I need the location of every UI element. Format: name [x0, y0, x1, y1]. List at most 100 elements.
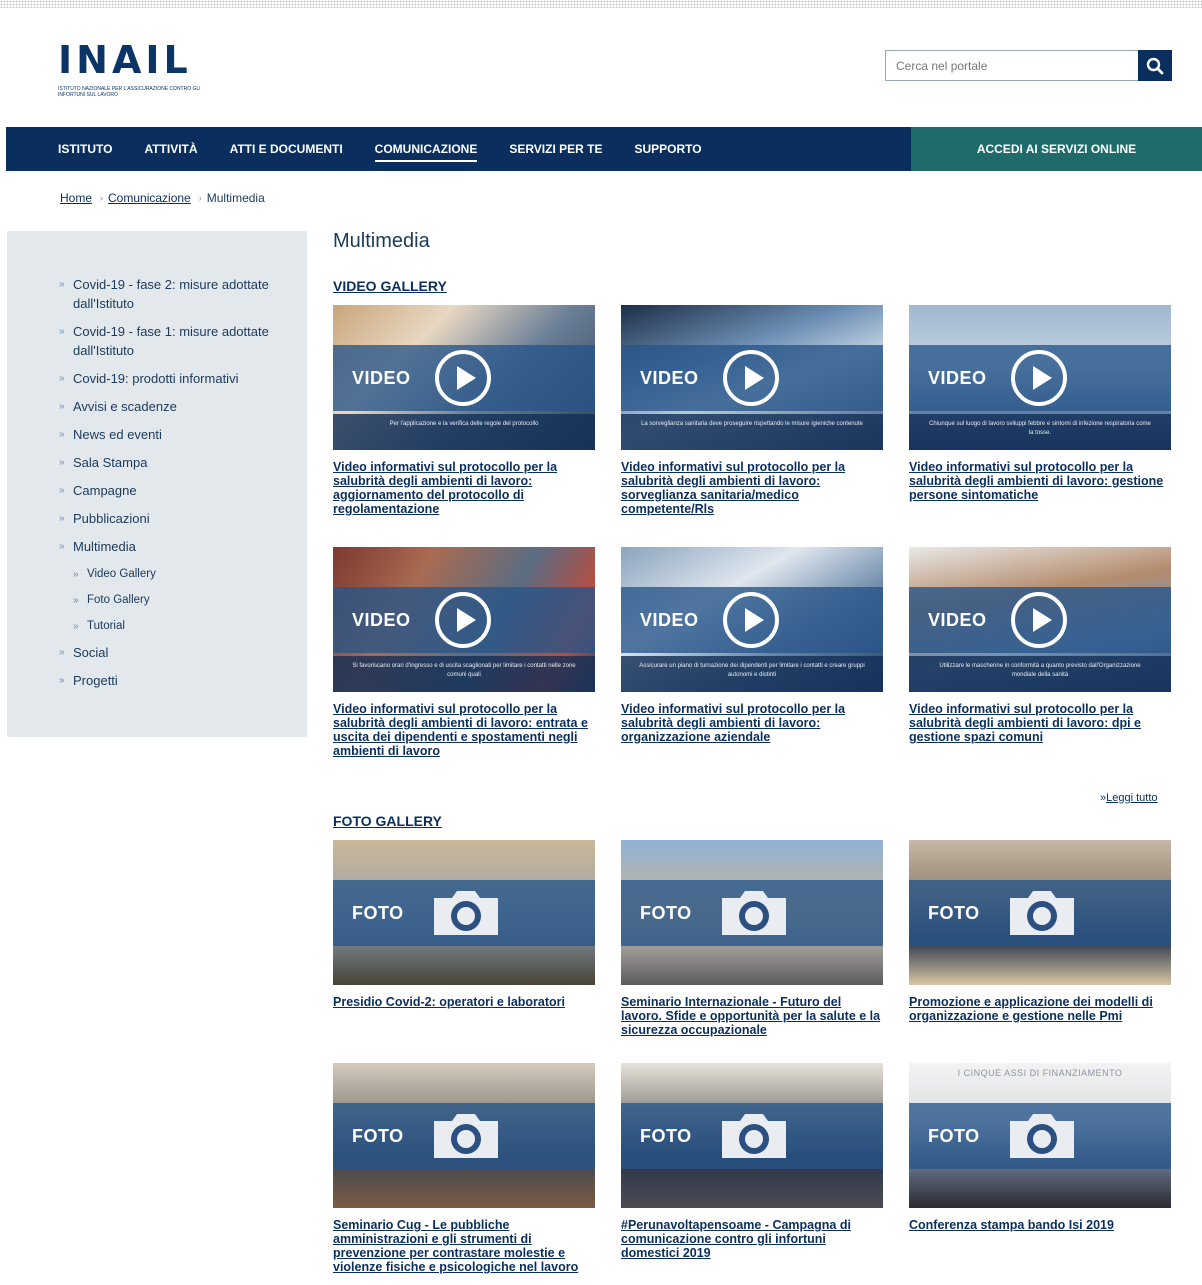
chevron-right-icon: » — [59, 675, 65, 686]
chevron-right-icon: » — [73, 595, 79, 606]
video-card-title[interactable]: Video informativi sul protocollo per la … — [333, 702, 595, 758]
main-nav-items: ISTITUTO ATTIVITÀ ATTI E DOCUMENTI COMUN… — [6, 127, 911, 171]
nav-istituto[interactable]: ISTITUTO — [58, 127, 112, 171]
play-icon — [723, 350, 779, 406]
photo-label: FOTO — [928, 903, 980, 923]
read-all-link[interactable]: »Leggi tutto — [1100, 792, 1158, 804]
photo-label: FOTO — [640, 903, 692, 923]
video-caption: Si favoriscano orari d'ingresso e di usc… — [333, 656, 595, 692]
chevron-right-icon: » — [59, 457, 65, 468]
sidebar-item-covid-fase-1[interactable]: » Covid-19 - fase 1: misure adottate dall… — [59, 322, 299, 360]
chevron-right-icon: › — [100, 193, 104, 203]
logo-subtitle: Istituto Nazionale per l'Assicurazione c… — [58, 86, 201, 98]
photo-card[interactable]: FOTO Seminario Cug - Le pubbliche ammini… — [333, 1063, 595, 1274]
sidebar-item-foto-gallery[interactable]: » Foto Gallery — [59, 591, 299, 610]
video-card-title[interactable]: Video informativi sul protocollo per la … — [909, 702, 1171, 744]
sidebar-item-label: Campagne — [73, 483, 137, 498]
video-card-title[interactable]: Video informativi sul protocollo per la … — [333, 460, 595, 516]
sidebar-item-label: Progetti — [73, 673, 118, 688]
play-icon — [723, 592, 779, 648]
sidebar-item-label: Sala Stampa — [73, 455, 148, 470]
chevron-right-icon: » — [59, 326, 65, 337]
video-card[interactable]: VIDEO Assicurare un piano di turnazione … — [621, 547, 883, 744]
nav-attivita[interactable]: ATTIVITÀ — [144, 127, 197, 171]
sidebar-item-avvisi[interactable]: » Avvisi e scadenze — [59, 397, 299, 416]
photo-thumbnail: FOTO — [621, 1063, 883, 1208]
camera-icon — [1010, 1114, 1074, 1158]
breadcrumb-comunicazione[interactable]: Comunicazione — [108, 191, 191, 205]
sidebar-item-covid-fase-2[interactable]: » Covid-19 - fase 2: misure adottate dall… — [59, 275, 299, 313]
search-input[interactable] — [885, 50, 1138, 81]
photo-thumbnail: FOTO — [909, 840, 1171, 985]
sidebar-item-label: Social — [73, 645, 109, 660]
photo-card-title[interactable]: Seminario Internazionale - Futuro del la… — [621, 995, 883, 1037]
breadcrumb-home[interactable]: Home — [60, 191, 92, 205]
video-card-title[interactable]: Video informativi sul protocollo per la … — [909, 460, 1171, 502]
nav-atti-e-documenti[interactable]: ATTI E DOCUMENTI — [230, 127, 343, 171]
online-services-button[interactable]: ACCEDI AI SERVIZI ONLINE — [911, 127, 1202, 171]
video-thumbnail: VIDEO Per l'applicazione e la verifica d… — [333, 305, 595, 450]
sidebar-item-covid-prodotti[interactable]: » Covid-19: prodotti informativi — [59, 369, 299, 388]
sidebar-item-video-gallery[interactable]: » Video Gallery — [59, 565, 299, 584]
nav-supporto[interactable]: SUPPORTO — [634, 127, 701, 171]
play-icon — [1011, 350, 1067, 406]
video-caption: Utilizzare le mascherine in conformità a… — [909, 656, 1171, 692]
photo-card[interactable]: I CINQUE ASSI DI FINANZIAMENTO FOTO Conf… — [909, 1063, 1171, 1232]
search-button[interactable] — [1138, 50, 1172, 81]
photo-overlay-text: I CINQUE ASSI DI FINANZIAMENTO — [957, 1068, 1123, 1078]
page-title: Multimedia — [333, 230, 430, 252]
photo-label: FOTO — [640, 1126, 692, 1146]
nav-servizi-per-te[interactable]: SERVIZI PER TE — [509, 127, 602, 171]
video-card-title[interactable]: Video informativi sul protocollo per la … — [621, 702, 883, 744]
chevron-right-icon: › — [198, 193, 202, 203]
sidebar-item-label: Video Gallery — [87, 568, 156, 580]
video-card[interactable]: VIDEO Per l'applicazione e la verifica d… — [333, 305, 595, 516]
photo-card-title[interactable]: Presidio Covid-2: operatori e laboratori — [333, 995, 595, 1009]
photo-label: FOTO — [352, 903, 404, 923]
search-icon — [1146, 57, 1164, 74]
breadcrumb: Home › Comunicazione › Multimedia — [60, 191, 265, 205]
camera-icon — [722, 891, 786, 935]
sidebar-item-sala-stampa[interactable]: » Sala Stampa — [59, 453, 299, 472]
chevron-right-icon: » — [59, 513, 65, 524]
photo-card[interactable]: FOTO Promozione e applicazione dei model… — [909, 840, 1171, 1023]
sidebar-item-tutorial[interactable]: » Tutorial — [59, 617, 299, 636]
video-thumbnail: VIDEO Assicurare un piano di turnazione … — [621, 547, 883, 692]
photo-card-title[interactable]: #Perunavoltapensoame - Campagna di comun… — [621, 1218, 883, 1260]
photo-card-title[interactable]: Seminario Cug - Le pubbliche amministraz… — [333, 1218, 595, 1274]
foto-gallery-heading[interactable]: FOTO GALLERY — [333, 813, 442, 829]
sidebar-item-campagne[interactable]: » Campagne — [59, 481, 299, 500]
photo-card[interactable]: FOTO Seminario Internazionale - Futuro d… — [621, 840, 883, 1037]
video-card[interactable]: VIDEO Si favoriscano orari d'ingresso e … — [333, 547, 595, 758]
photo-card[interactable]: FOTO Presidio Covid-2: operatori e labor… — [333, 840, 595, 1009]
video-caption: La sorveglianza sanitaria deve proseguir… — [621, 414, 883, 450]
photo-thumbnail: FOTO — [333, 1063, 595, 1208]
top-dotted-line — [0, 0, 1202, 8]
video-card[interactable]: VIDEO La sorveglianza sanitaria deve pro… — [621, 305, 883, 516]
sidebar-item-pubblicazioni[interactable]: » Pubblicazioni — [59, 509, 299, 528]
photo-card-title[interactable]: Conferenza stampa bando Isi 2019 — [909, 1218, 1171, 1232]
sidebar-item-label: Multimedia — [73, 539, 136, 554]
sidebar-item-news[interactable]: » News ed eventi — [59, 425, 299, 444]
chevron-right-icon: » — [59, 373, 65, 384]
camera-icon — [722, 1114, 786, 1158]
video-card[interactable]: VIDEO Utilizzare le mascherine in confor… — [909, 547, 1171, 744]
photo-card[interactable]: FOTO #Perunavoltapensoame - Campagna di … — [621, 1063, 883, 1260]
video-card-title[interactable]: Video informativi sul protocollo per la … — [621, 460, 883, 516]
sidebar-item-label: Tutorial — [87, 620, 125, 632]
sidebar-item-social[interactable]: » Social — [59, 643, 299, 662]
nav-comunicazione[interactable]: COMUNICAZIONE — [374, 127, 477, 171]
breadcrumb-current: Multimedia — [206, 191, 265, 205]
video-label: VIDEO — [928, 368, 987, 388]
video-thumbnail: VIDEO Si favoriscano orari d'ingresso e … — [333, 547, 595, 692]
chevron-right-icon: » — [59, 647, 65, 658]
video-card[interactable]: VIDEO Chiunque sul luogo di lavoro svilu… — [909, 305, 1171, 502]
sidebar-item-multimedia[interactable]: » Multimedia — [59, 537, 299, 556]
video-thumbnail: VIDEO Chiunque sul luogo di lavoro svilu… — [909, 305, 1171, 450]
photo-card-title[interactable]: Promozione e applicazione dei modelli di… — [909, 995, 1171, 1023]
photo-thumbnail: FOTO — [621, 840, 883, 985]
video-gallery-heading[interactable]: VIDEO GALLERY — [333, 278, 447, 294]
inail-logo[interactable]: INAIL Istituto Nazionale per l'Assicuraz… — [58, 40, 218, 106]
photo-thumbnail: I CINQUE ASSI DI FINANZIAMENTO FOTO — [909, 1063, 1171, 1208]
sidebar-item-progetti[interactable]: » Progetti — [59, 671, 299, 690]
